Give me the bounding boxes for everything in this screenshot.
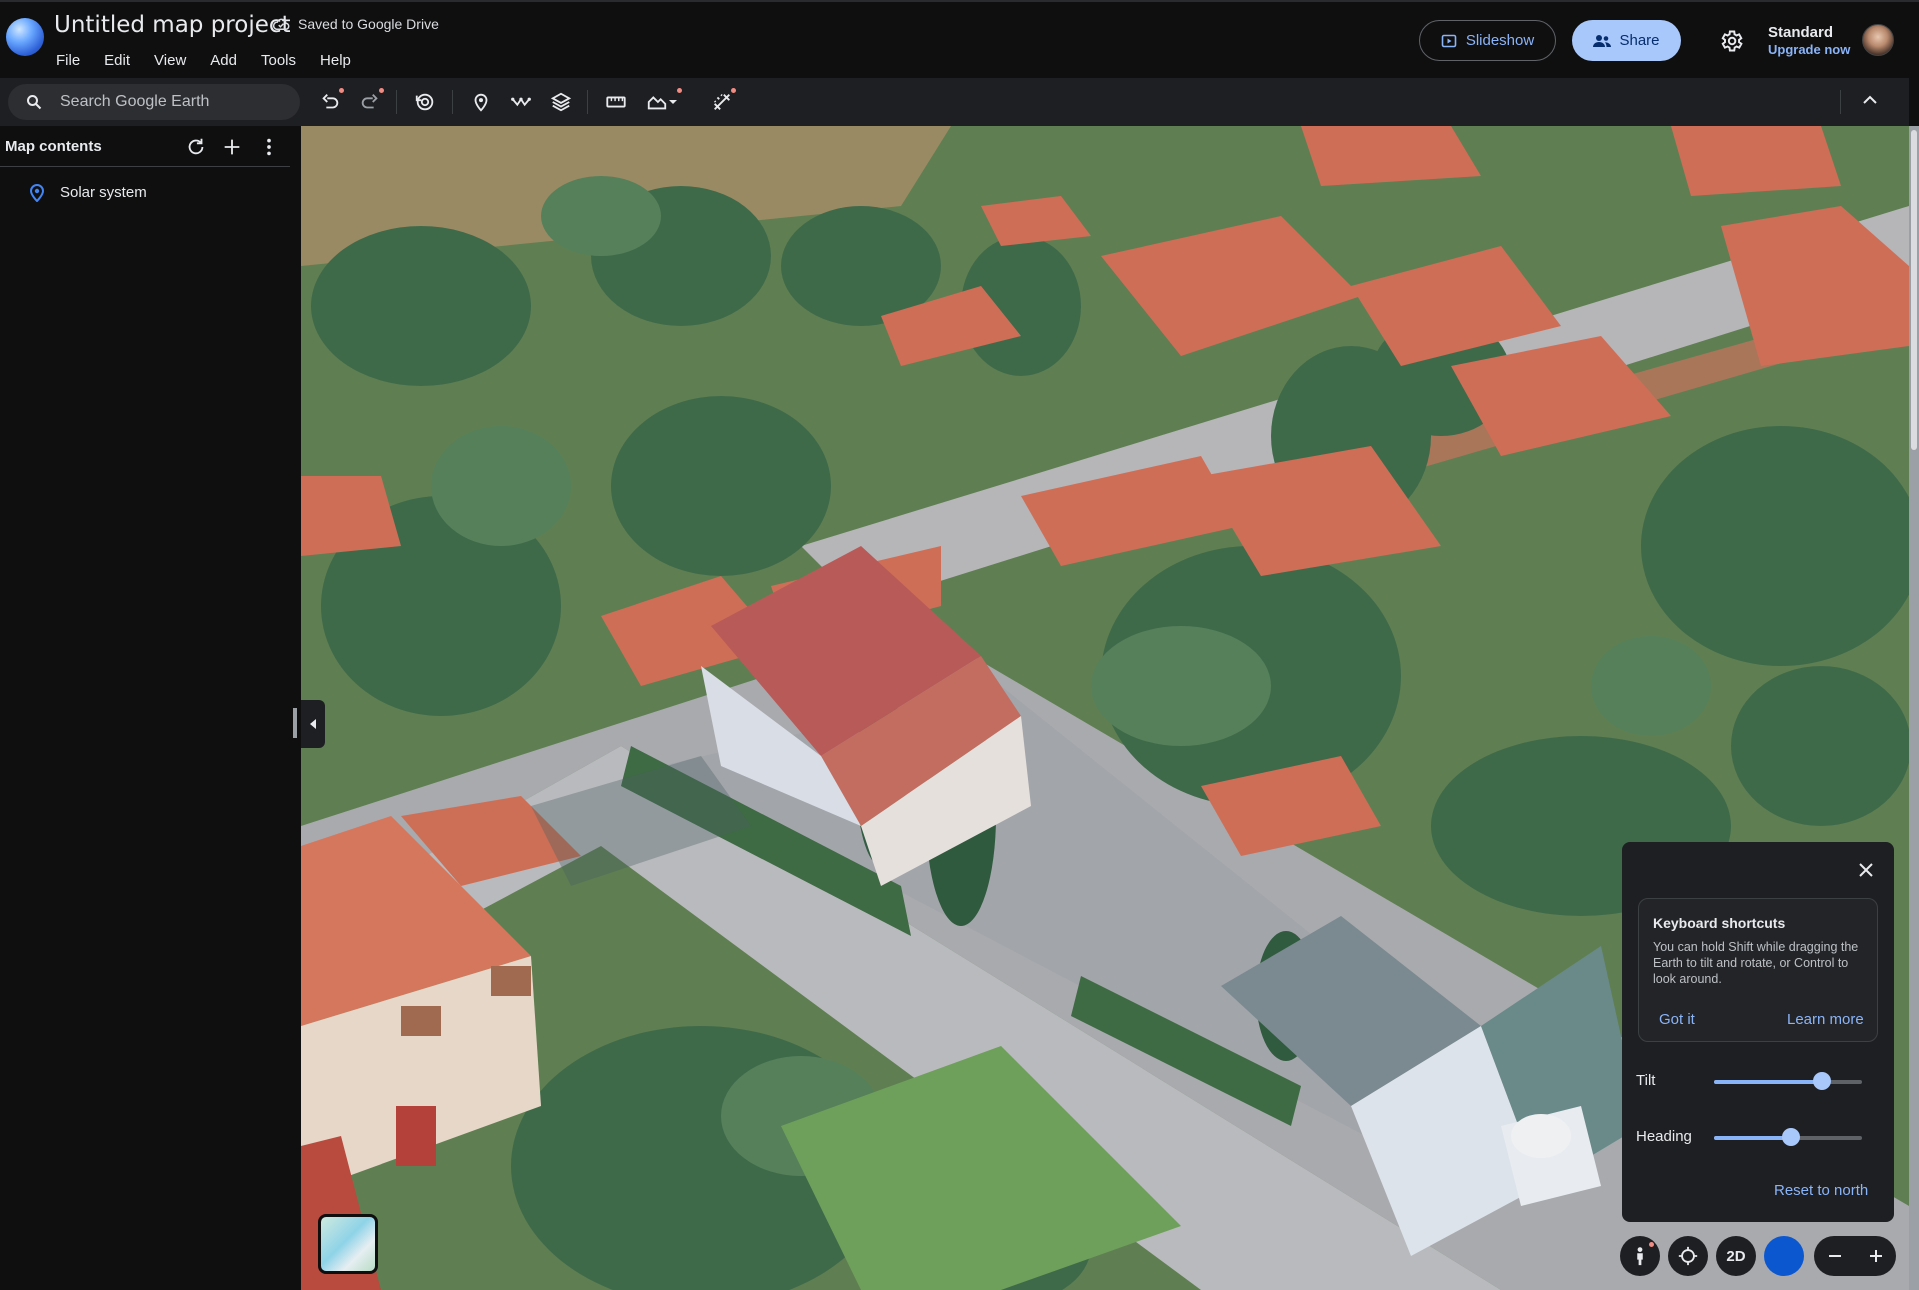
redo-badge [379,88,384,93]
keyboard-shortcuts-tip: Keyboard shortcuts You can hold Shift wh… [1638,898,1878,1042]
history-icon [415,93,434,111]
redo-button[interactable] [356,88,384,116]
import-badge [677,88,682,93]
undo-icon [322,94,339,109]
close-icon[interactable] [1856,860,1876,880]
add-layer-icon [550,92,572,112]
chevron-down-icon [669,100,677,104]
heading-slider-knob[interactable] [1781,1128,1800,1146]
heading-label: Heading [1636,1128,1692,1145]
search-icon [27,95,42,110]
menu-edit[interactable]: Edit [104,52,130,69]
google-earth-logo[interactable] [6,18,44,56]
panel-resize-handle[interactable] [293,708,297,738]
menu-tools[interactable]: Tools [261,52,296,69]
google-earth-app: Untitled map project Saved to Google Dri… [0,0,1919,1290]
menu-view[interactable]: View [154,52,186,69]
compass-button[interactable] [1764,1236,1804,1276]
heading-slider[interactable] [1714,1128,1862,1146]
measure-button[interactable] [602,88,630,116]
slideshow-label: Slideshow [1465,32,1535,49]
redo-icon [361,94,378,109]
import-data-button[interactable] [642,88,682,116]
add-layer-button[interactable] [547,88,575,116]
toolbar-divider [396,90,397,114]
upgrade-link[interactable]: Upgrade now [1768,41,1850,58]
zoom-in-icon[interactable] [1867,1247,1885,1265]
collapse-toolbar-icon[interactable] [1858,88,1882,112]
toolbar-divider [452,90,453,114]
tip-body: You can hold Shift while dragging the Ea… [1653,940,1859,986]
toolbar-divider [587,90,588,114]
learn-more-link[interactable]: Learn more [1787,1011,1864,1028]
more-vert-icon[interactable] [258,136,280,158]
tilt-slider[interactable] [1714,1072,1862,1090]
sidebar-item-solar-system[interactable]: Solar system [28,182,147,202]
undo-badge [339,88,344,93]
add-placemark-button[interactable] [467,88,495,116]
toolbar-divider [1840,90,1841,114]
measure-icon [606,96,626,108]
add-path-button[interactable] [507,88,535,116]
account-avatar[interactable] [1862,24,1894,56]
pegman-badge [1649,1242,1654,1247]
menu-file[interactable]: File [56,52,80,69]
search-box[interactable] [8,84,300,120]
my-location-icon [1678,1246,1698,1266]
map-contents-heading: Map contents [5,138,102,155]
add-icon[interactable] [221,136,243,158]
import-data-icon [647,96,667,110]
zoom-controls [1814,1236,1896,1276]
reset-to-north-button[interactable]: Reset to north [1774,1182,1868,1199]
pegman-button[interactable] [1620,1236,1660,1276]
toolbar [0,78,1909,126]
vertical-scrollbar-thumb[interactable] [1911,130,1917,450]
tilt-label: Tilt [1636,1072,1656,1089]
my-location-button[interactable] [1668,1236,1708,1276]
heading-slider-fill [1714,1136,1791,1140]
data-tools-icon [714,94,730,110]
save-status-text: Saved to Google Drive [298,16,439,32]
placemark-icon [29,184,45,202]
chevron-left-icon [310,719,316,729]
app-header: Untitled map project Saved to Google Dri… [0,0,1919,78]
plan-info: Standard Upgrade now [1768,24,1850,58]
divider [0,166,290,167]
sidebar-item-label: Solar system [60,183,147,201]
menu-bar: File Edit View Add Tools Help [56,52,351,69]
share-label: Share [1619,32,1660,49]
search-input[interactable] [60,93,280,111]
share-button[interactable]: Share [1572,20,1681,61]
slideshow-button[interactable]: Slideshow [1419,20,1556,61]
undo-button[interactable] [316,88,344,116]
got-it-button[interactable]: Got it [1659,1011,1695,1028]
plan-name: Standard [1768,24,1834,41]
history-button[interactable] [411,88,439,116]
data-tools-badge [731,88,736,93]
add-path-icon [511,97,531,107]
navigation-panel: Keyboard shortcuts You can hold Shift wh… [1622,842,1894,1222]
people-icon [1593,34,1612,47]
menu-help[interactable]: Help [320,52,351,69]
data-tools-button[interactable] [708,88,736,116]
tip-title: Keyboard shortcuts [1653,915,1786,931]
menu-add[interactable]: Add [210,52,237,69]
slideshow-icon [1441,34,1457,47]
cloud-done-icon [272,18,290,30]
add-placemark-icon [474,93,488,112]
settings-gear-icon[interactable] [1718,28,1744,54]
tilt-slider-fill [1714,1080,1823,1084]
view-mode-toggle[interactable]: 2D [1716,1236,1756,1276]
map-style-thumbnail[interactable] [318,1214,378,1274]
zoom-out-icon[interactable] [1826,1247,1844,1265]
save-status: Saved to Google Drive [272,16,439,32]
pegman-icon [1637,1247,1643,1266]
refresh-icon[interactable] [185,136,207,158]
collapse-sidebar-button[interactable] [301,700,325,748]
tilt-slider-knob[interactable] [1813,1072,1832,1090]
project-title[interactable]: Untitled map project [54,12,291,38]
map-contents-panel: Map contents Solar system [0,126,300,1290]
